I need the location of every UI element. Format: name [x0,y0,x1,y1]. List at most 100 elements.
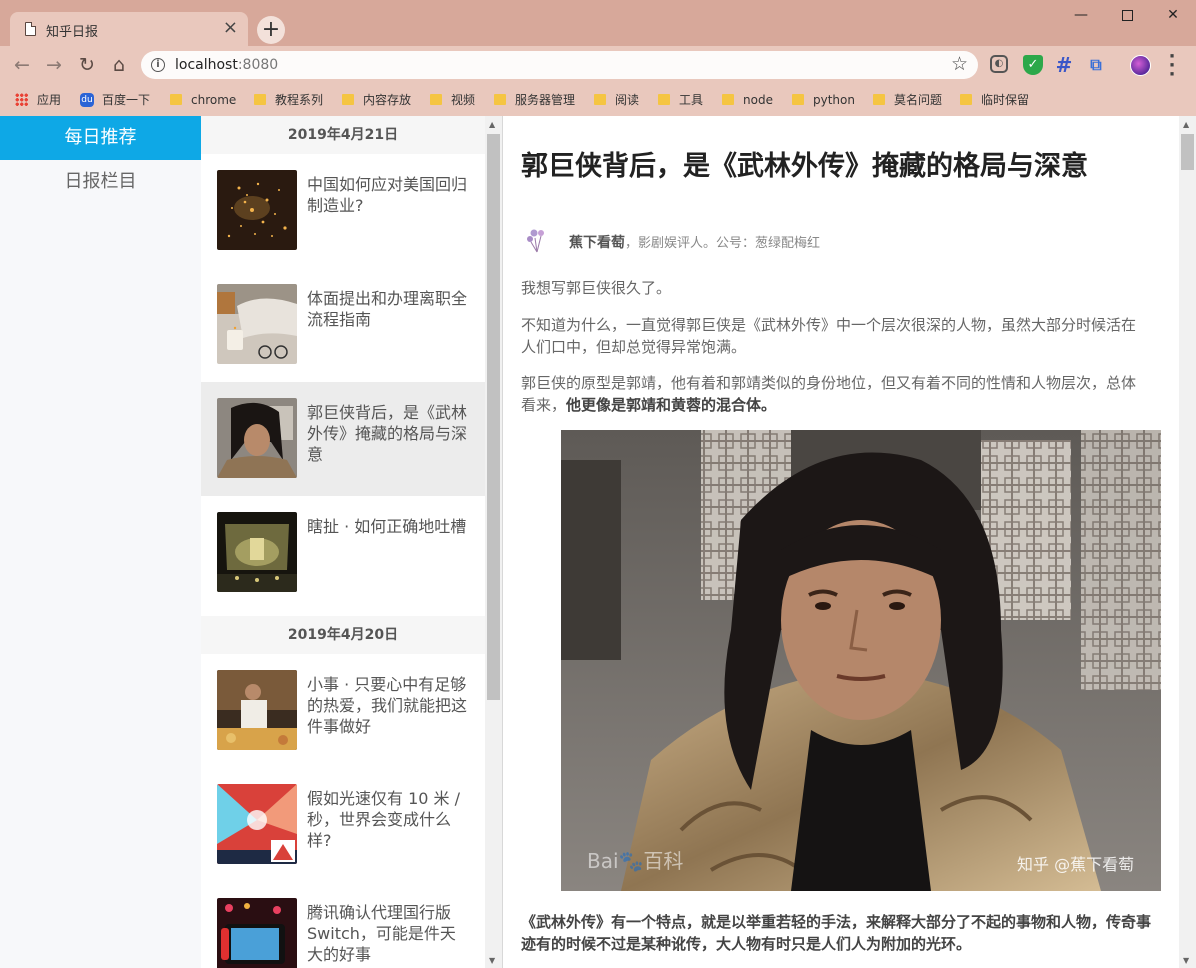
site-info-icon[interactable]: i [151,58,165,72]
date-header: 2019年4月20日 [201,616,485,654]
story-thumbnail [217,284,297,364]
bookmark-label: python [813,93,855,107]
share-extension-icon[interactable]: ⧉ [1086,55,1106,75]
photo-watermark-left: Bai🐾百科 [587,849,683,873]
scroll-up-arrow-icon[interactable]: ▲ [1183,120,1189,129]
back-button[interactable]: ← [9,52,35,78]
shield-check-icon[interactable]: ✓ [1023,55,1043,75]
article-photo: Bai🐾百科 知乎 @蕉下看萄 [561,430,1161,891]
story-thumbnail [217,898,297,968]
story-title: 中国如何应对美国回归制造业? [307,175,468,215]
bookmark-folder[interactable]: 服务器管理 [494,89,575,111]
story-thumbnail [217,784,297,864]
list-item[interactable]: 瞎扯 · 如何正确地吐槽 [201,496,485,610]
browser-toolbar: ← → ↻ ⌂ i localhost:8080 ☆ ◐ ✓ # ⧉ · · · [0,46,1196,84]
folder-icon [170,94,182,105]
folder-icon [594,94,606,105]
scroll-down-arrow-icon[interactable]: ▼ [1183,956,1189,965]
url-text: localhost:8080 [175,57,278,73]
story-thumbnail [217,170,297,250]
bookmarks-bar: 应用 du 百度一下 chrome 教程系列 内容存放 视频 服务器管理 阅读 工… [0,84,1196,116]
url-port: :8080 [237,57,279,73]
bookmark-folder[interactable]: 教程系列 [254,89,323,111]
list-item[interactable]: 中国如何应对美国回归制造业? [201,154,485,268]
paragraph-bold-text: 他更像是郭靖和黄蓉的混合体。 [566,396,777,414]
date-header: 2019年4月21日 [201,116,485,154]
folder-icon [254,94,266,105]
bookmark-label: 教程系列 [275,93,324,107]
bookmark-folder[interactable]: 内容存放 [342,89,411,111]
author-name[interactable]: 蕉下看萄 [569,235,625,251]
bookmark-label: 临时保留 [981,93,1030,107]
new-tab-button[interactable]: + [257,16,285,44]
bookmark-label: 莫名问题 [894,93,943,107]
list-scrollbar[interactable]: ▲ ▼ [485,116,502,968]
grid-extension-icon[interactable]: # [1054,55,1074,75]
list-item[interactable]: 体面提出和办理离职全流程指南 [201,268,485,382]
bookmark-label: 视频 [451,93,476,107]
extension-1-icon[interactable]: ◐ [990,55,1008,73]
folder-icon [722,94,734,105]
maximize-button[interactable] [1104,4,1150,28]
url-host: localhost [175,57,238,73]
scroll-up-arrow-icon[interactable]: ▲ [489,120,495,129]
bookmark-baidu[interactable]: du 百度一下 [80,89,150,111]
bookmark-folder[interactable]: node [722,89,773,111]
bookmark-apps[interactable]: 应用 [15,89,61,111]
article-paragraph: 《武林外传》有一个特点，就是以举重若轻的手法，来解释大部分了不起的事物和人物，传… [521,913,1152,953]
list-item-selected[interactable]: 郭巨侠背后，是《武林外传》掩藏的格局与深意 [201,382,485,496]
bookmark-label: 工具 [679,93,704,107]
list-scrollbar-thumb[interactable] [487,134,500,700]
article-title: 郭巨侠背后，是《武林外传》掩藏的格局与深意 [521,151,1088,182]
bookmark-folder[interactable]: python [792,89,855,111]
menu-dots-icon[interactable]: · · · [1165,48,1179,84]
article-scrollbar[interactable]: ▲ ▼ [1179,116,1196,968]
profile-avatar[interactable] [1130,55,1151,76]
story-title: 腾讯确认代理国行版 Switch，可能是件天大的好事 [307,903,456,964]
reload-button[interactable]: ↻ [74,52,100,78]
maximize-icon [1121,9,1133,21]
forward-button[interactable]: → [41,52,67,78]
bookmark-folder[interactable]: 莫名问题 [873,89,942,111]
sidebar-item-columns[interactable]: 日报栏目 [0,160,201,204]
photo-watermark-right: 知乎 @蕉下看萄 [1017,855,1134,874]
bookmark-folder[interactable]: 临时保留 [960,89,1029,111]
document-icon [25,22,36,36]
article-scrollbar-thumb[interactable] [1181,134,1194,170]
apps-icon [15,93,28,106]
bookmark-label: node [743,93,773,107]
story-thumbnail [217,512,297,592]
close-window-button[interactable]: ✕ [1150,4,1196,28]
home-button[interactable]: ⌂ [106,52,132,78]
story-title: 瞎扯 · 如何正确地吐槽 [307,517,467,536]
page: 每日推荐 日报栏目 2019年4月21日 中国如何应对美国回归制造业? 体面提出… [0,116,1196,968]
sidebar-item-daily-recommend[interactable]: 每日推荐 [0,116,201,160]
list-item[interactable]: 腾讯确认代理国行版 Switch，可能是件天大的好事 [201,882,485,968]
article-paragraph: 我想写郭巨侠很久了。 [521,279,672,297]
bookmark-star-icon[interactable]: ☆ [951,53,968,75]
tab-strip: 知乎日报 × + — ✕ [0,0,1196,46]
story-title: 假如光速仅有 10 米 / 秒，世界会变成什么样? [307,789,461,850]
list-item[interactable]: 小事 · 只要心中有足够的热爱，我们就能把这件事做好 [201,654,485,768]
minimize-button[interactable]: — [1058,4,1104,28]
browser-tab[interactable]: 知乎日报 × [10,12,248,46]
close-tab-icon[interactable]: × [223,18,238,38]
address-bar[interactable]: i localhost:8080 ☆ [141,51,978,79]
folder-icon [494,94,506,105]
bookmark-label: 服务器管理 [515,93,576,107]
bookmark-folder[interactable]: 工具 [658,89,703,111]
sidebar: 每日推荐 日报栏目 [0,116,201,968]
bookmark-label: 应用 [37,93,62,107]
author-avatar [521,224,551,254]
baidu-icon: du [80,92,94,107]
scroll-down-arrow-icon[interactable]: ▼ [489,956,495,965]
folder-icon [658,94,670,105]
bookmark-folder[interactable]: 视频 [430,89,475,111]
list-item[interactable]: 假如光速仅有 10 米 / 秒，世界会变成什么样? [201,768,485,882]
bookmark-folder[interactable]: 阅读 [594,89,639,111]
story-title: 小事 · 只要心中有足够的热爱，我们就能把这件事做好 [307,675,468,736]
story-title: 体面提出和办理离职全流程指南 [307,289,468,329]
author-info: 蕉下看萄，影剧娱评人。公号：葱绿配梅红 [569,232,820,252]
bookmark-label: 百度一下 [102,93,151,107]
bookmark-folder[interactable]: chrome [170,89,236,111]
